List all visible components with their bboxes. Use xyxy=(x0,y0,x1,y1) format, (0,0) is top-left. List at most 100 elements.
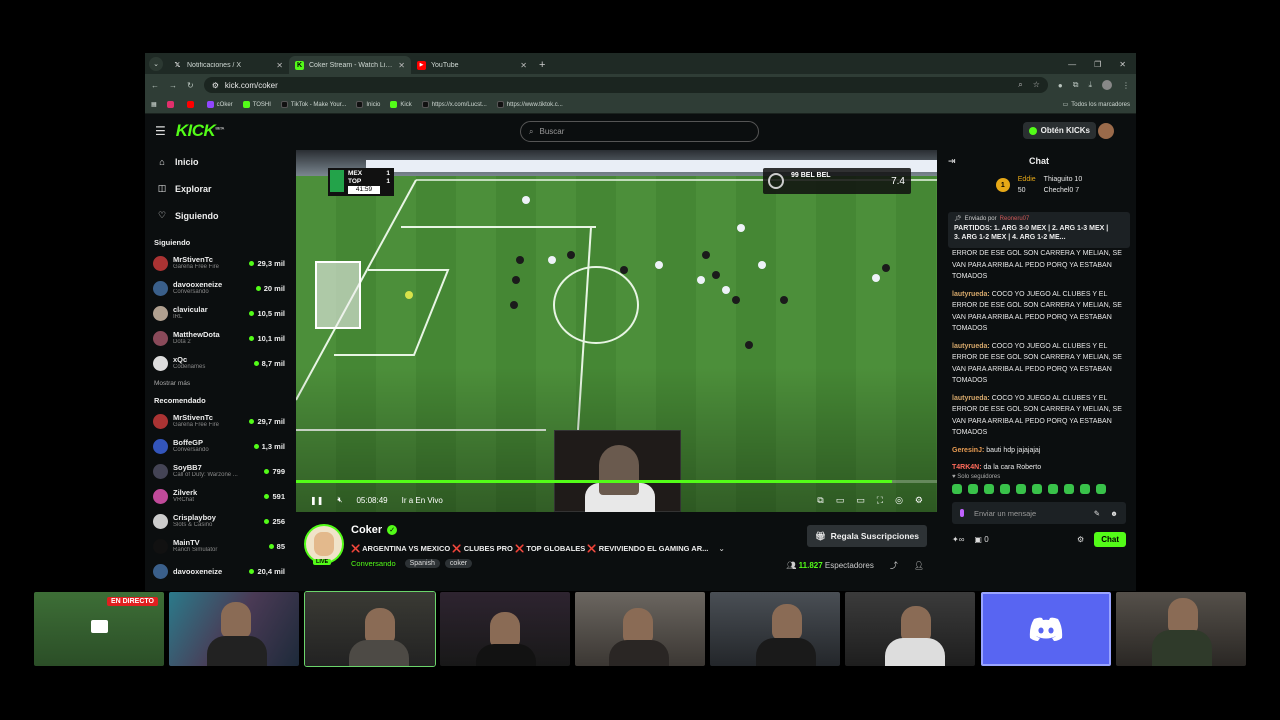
emote-icon[interactable] xyxy=(1048,484,1058,494)
channel-item[interactable]: BoffeGP Conversando 1,3 mil xyxy=(153,434,285,459)
thumb-discord[interactable] xyxy=(981,592,1111,666)
zoom-icon[interactable]: ⌕ xyxy=(1018,80,1022,90)
settings-icon[interactable]: ⚙ xyxy=(915,495,923,506)
bookmark-tiktok[interactable]: TikTok - Make Your... xyxy=(280,101,346,108)
bookmark-tiktok-link[interactable]: https://www.tiktok.c... xyxy=(496,101,563,108)
downloads-icon[interactable]: ⤓ xyxy=(1088,80,1092,90)
show-more-link[interactable]: Mostrar más xyxy=(154,380,285,387)
follow-icon[interactable]: 👤︎ xyxy=(914,561,924,570)
menu-icon[interactable]: ⋮ xyxy=(1122,81,1130,90)
chat-send-button[interactable]: Chat xyxy=(1094,532,1126,547)
clip-icon[interactable]: ◎ xyxy=(895,495,903,506)
kick-logo[interactable]: KICKBETA xyxy=(176,121,225,141)
points-icon[interactable]: ✦∞ xyxy=(952,535,964,544)
reload-icon[interactable]: ↻ xyxy=(187,81,194,90)
emote-icon[interactable] xyxy=(1032,484,1042,494)
channel-item[interactable]: xQc Codenames 8,7 mil xyxy=(153,351,285,376)
emote-icon[interactable] xyxy=(1096,484,1106,494)
extensions-puzzle-icon[interactable]: ⧉ xyxy=(1073,80,1079,90)
bookmark-coker[interactable]: cOker xyxy=(206,101,233,108)
pip-icon[interactable]: ⧉ xyxy=(817,495,823,506)
chat-username[interactable]: GeresinJ: xyxy=(952,447,984,454)
minimize-icon[interactable]: — xyxy=(1068,60,1076,69)
extension-icon[interactable]: ● xyxy=(1058,81,1063,90)
maximize-icon[interactable]: ❐ xyxy=(1094,60,1101,69)
emoji-icon[interactable]: ☻ xyxy=(1110,509,1118,518)
new-tab-button[interactable]: + xyxy=(539,59,545,71)
video-progress-bar[interactable] xyxy=(296,480,937,483)
pause-icon[interactable]: ❚❚ xyxy=(310,496,323,505)
channel-item[interactable]: clavicular IRL 10,5 mil xyxy=(153,301,285,326)
channel-item[interactable]: MatthewDota Dota 2 10,1 mil xyxy=(153,326,285,351)
close-icon[interactable]: ✕ xyxy=(276,61,283,70)
close-icon[interactable]: ✕ xyxy=(398,61,405,70)
channel-item[interactable]: Crisplayboy Slots & Casino 256 xyxy=(153,509,285,534)
get-kicks-button[interactable]: Obtén KICKs xyxy=(1022,122,1096,139)
tag-coker[interactable]: coker xyxy=(444,559,473,568)
fullscreen-icon[interactable]: ⛶ xyxy=(877,495,883,506)
tab-youtube[interactable]: ▶ YouTube ✕ xyxy=(411,56,533,74)
video-player[interactable]: MEX 1 TOP 1 41:59 99 BEL BEL 7.4 ❚❚ 🔇︎ 0… xyxy=(296,150,937,512)
kicks-wallet[interactable]: ▣ 0 xyxy=(974,535,988,544)
all-bookmarks[interactable]: ▭ Todos los marcadores xyxy=(1063,101,1130,109)
tag-spanish[interactable]: Spanish xyxy=(404,559,440,568)
channel-item[interactable]: davooxeneize 20,4 mil xyxy=(153,559,285,584)
channel-item[interactable]: MrStivenTc Garena Free Fire 29,7 mil xyxy=(153,409,285,434)
tab-search-button[interactable]: ⌄ xyxy=(149,57,163,71)
emote-icon[interactable] xyxy=(984,484,994,494)
thumb-camera-4[interactable] xyxy=(575,592,705,666)
chat-settings-icon[interactable]: ⚙ xyxy=(1077,535,1084,544)
tab-notifications[interactable]: 𝕏 Notificaciones / X ✕ xyxy=(167,56,289,74)
thumb-camera-3[interactable] xyxy=(440,592,570,666)
go-live-button[interactable]: Ir a En Vivo xyxy=(402,496,443,505)
gift-subs-button[interactable]: 🎁︎ Regala Suscripciones xyxy=(806,525,927,547)
emote-icon[interactable] xyxy=(1064,484,1074,494)
chat-username[interactable]: lautyrueda: xyxy=(952,291,990,298)
chat-message-input[interactable]: Enviar un mensaje ✎ ☻ xyxy=(952,502,1126,524)
chat-username[interactable]: lautyrueda: xyxy=(952,343,990,350)
kicks-send-icon[interactable]: ✎ xyxy=(1094,509,1100,518)
nav-following[interactable]: ♡ Siguiendo xyxy=(153,202,285,229)
user-avatar[interactable] xyxy=(1098,123,1114,139)
apps-grid-icon[interactable]: ▦ xyxy=(151,101,157,108)
hamburger-menu-icon[interactable]: ☰ xyxy=(155,124,166,138)
forward-icon[interactable]: → xyxy=(169,81,177,90)
bookmark-kick[interactable]: Kick xyxy=(390,101,412,108)
close-window-icon[interactable]: ✕ xyxy=(1119,60,1126,69)
url-field[interactable]: ⚙ kick.com/coker ⌕ ☆ xyxy=(203,77,1048,93)
emote-icon[interactable] xyxy=(952,484,962,494)
mini-player-icon[interactable]: ▭ xyxy=(836,495,845,506)
channel-item[interactable]: davooxeneize Conversando 20 mil xyxy=(153,276,285,301)
thumb-camera-7[interactable] xyxy=(1116,592,1246,666)
theater-mode-icon[interactable]: ▭ xyxy=(856,495,865,506)
channel-item[interactable]: MainTV Ranch Simulator 85 xyxy=(153,534,285,559)
bookmark-toshi[interactable]: TOSHI xyxy=(242,101,271,108)
channel-item[interactable]: SoyBB7 Call of Duty: Warzone ... 799 xyxy=(153,459,285,484)
bookmark-star-icon[interactable]: ☆ xyxy=(1033,80,1040,90)
profile-avatar[interactable] xyxy=(1102,80,1112,90)
thumb-screen-share[interactable]: EN DIRECTO xyxy=(34,592,164,666)
channel-item[interactable]: Zilverk VRChat 591 xyxy=(153,484,285,509)
mute-icon[interactable]: 🔇︎ xyxy=(337,495,342,505)
emote-icon[interactable] xyxy=(968,484,978,494)
collapse-chat-icon[interactable]: ⇥ xyxy=(948,156,956,167)
nav-explore[interactable]: ◫ Explorar xyxy=(153,175,285,202)
nav-home[interactable]: ⌂ Inicio xyxy=(153,148,285,175)
bookmark-inicio[interactable]: Inicio xyxy=(356,101,380,108)
thumb-camera-5[interactable] xyxy=(710,592,840,666)
channel-avatar[interactable] xyxy=(304,524,344,564)
bookmark-instagram[interactable] xyxy=(166,101,177,108)
chevron-down-icon[interactable]: ⌄ xyxy=(718,544,724,553)
bookmark-x-link[interactable]: https://x.com/Lucst... xyxy=(421,101,487,108)
channel-name[interactable]: Coker xyxy=(351,524,382,536)
pinned-message[interactable]: 📌︎ Enviado por Reoneru07 PARTIDOS: 1. AR… xyxy=(948,212,1130,248)
emote-icon[interactable] xyxy=(1080,484,1090,494)
emote-icon[interactable] xyxy=(1016,484,1026,494)
bookmark-youtube[interactable] xyxy=(186,101,197,108)
back-icon[interactable]: ← xyxy=(151,81,159,90)
thumb-camera-6[interactable] xyxy=(845,592,975,666)
channel-item[interactable]: MrStivenTc Garena Free Fire 29,3 mil xyxy=(153,251,285,276)
site-info-icon[interactable]: ⚙ xyxy=(212,81,219,90)
close-icon[interactable]: ✕ xyxy=(520,61,527,70)
thumb-camera-2[interactable] xyxy=(304,591,436,667)
